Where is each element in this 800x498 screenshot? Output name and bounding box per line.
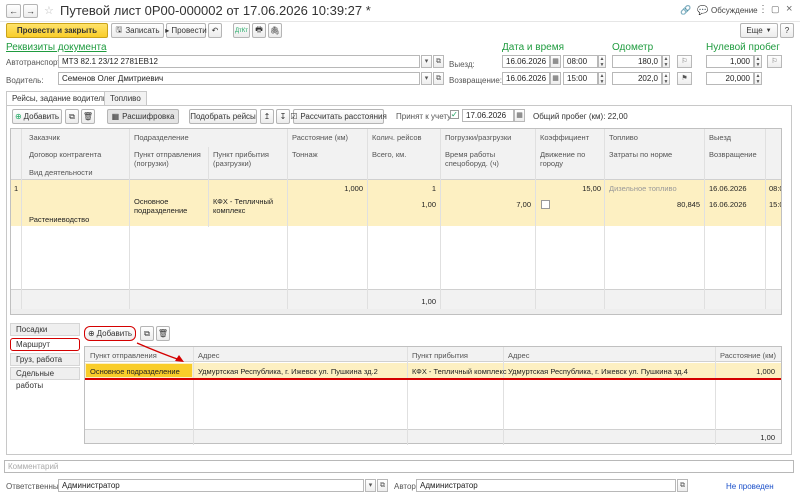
author-open-button[interactable]: ⧉: [677, 479, 688, 492]
responsible-dropdown-button[interactable]: ▾: [365, 479, 376, 492]
post-status: Не проведен: [726, 482, 774, 491]
comment-placeholder: Комментарий: [8, 462, 59, 471]
responsible-field[interactable]: Администратор: [58, 479, 364, 492]
responsible-label: Ответственный:: [6, 482, 66, 491]
author-field[interactable]: Администратор: [416, 479, 676, 492]
annotation-arrow: [136, 342, 184, 362]
author-label: Автор:: [394, 482, 419, 491]
comment-field[interactable]: Комментарий: [4, 460, 794, 473]
responsible-open-button[interactable]: ⧉: [377, 479, 388, 492]
